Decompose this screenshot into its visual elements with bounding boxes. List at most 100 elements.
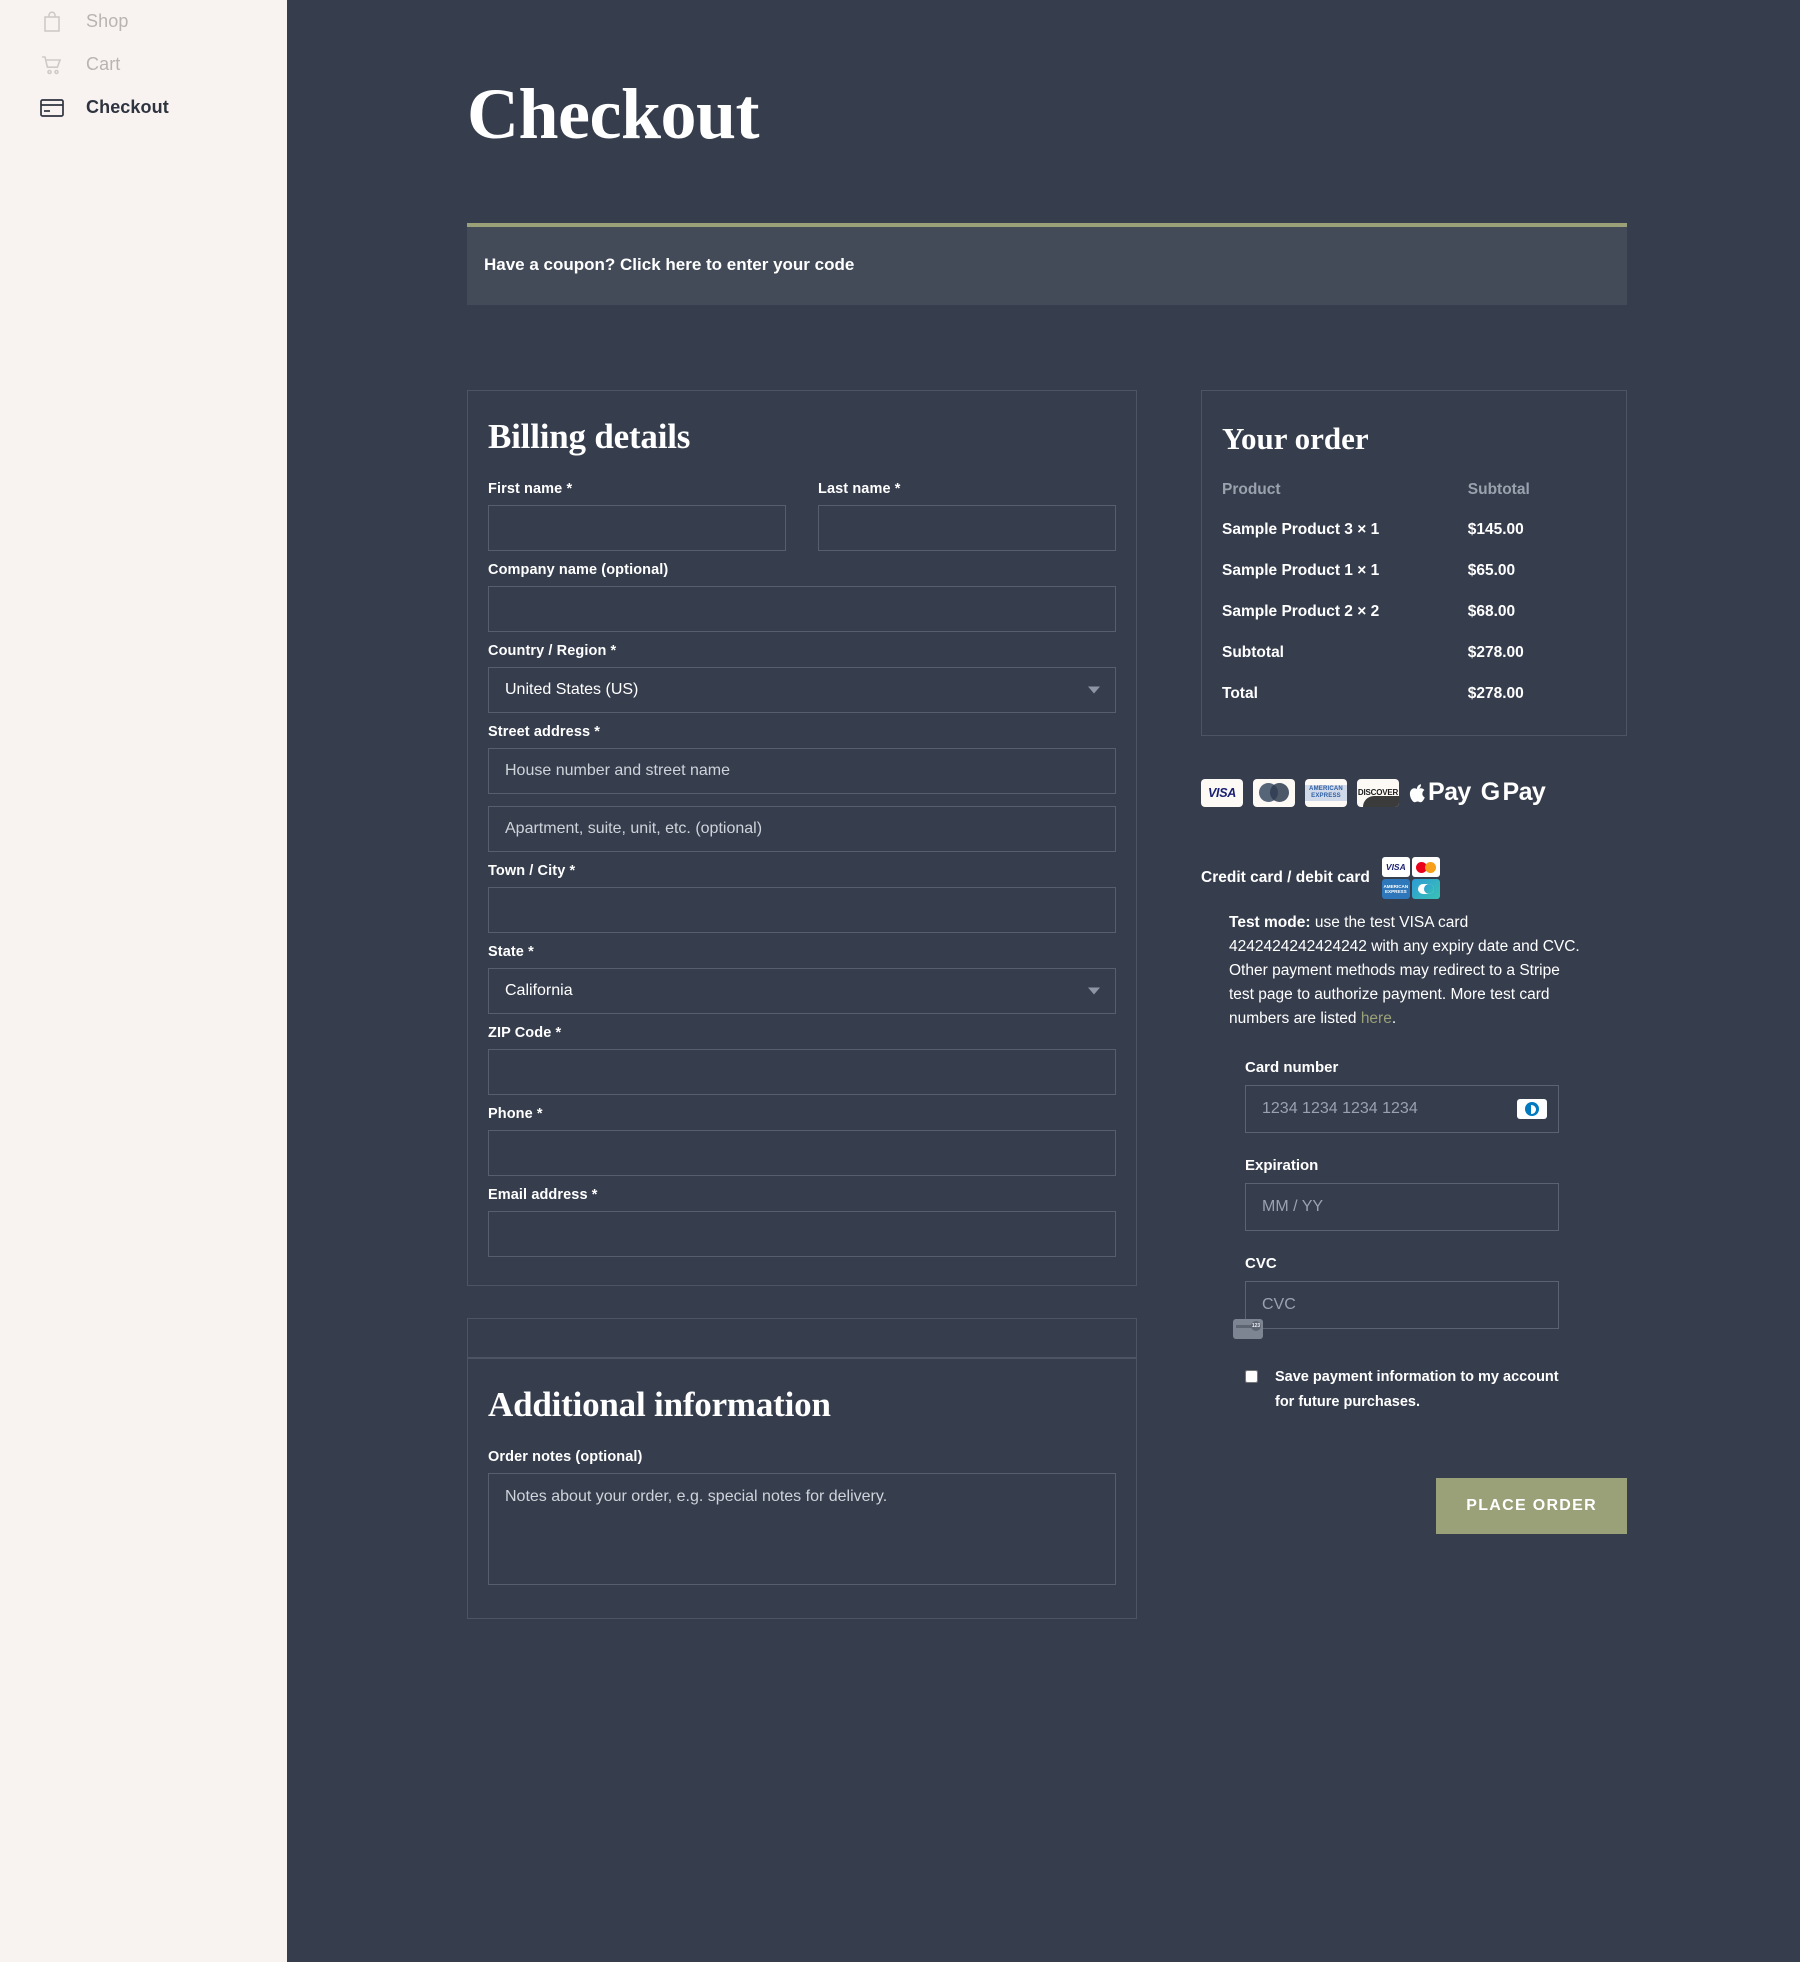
visa-logo-text: VISA	[1208, 785, 1236, 800]
coupon-toggle-link[interactable]: Have a coupon? Click here to enter your …	[484, 255, 1610, 275]
billing-details-panel: Billing details First name * Last name *…	[467, 390, 1137, 1286]
sidebar-item-cart[interactable]: Cart	[0, 43, 287, 86]
item-name-text: Sample Product 2	[1222, 603, 1353, 620]
city-field: Town / City *	[488, 863, 1116, 933]
email-input[interactable]	[488, 1211, 1116, 1257]
country-select-wrapper[interactable]	[488, 667, 1116, 713]
google-g-icon: G	[1480, 778, 1500, 806]
visa-icon: VISA	[1381, 857, 1410, 877]
test-cards-link[interactable]: here	[1361, 1010, 1392, 1027]
order-item-subtotal: $65.00	[1467, 562, 1516, 579]
company-input[interactable]	[488, 586, 1116, 632]
cvc-field: CVC	[1233, 1255, 1559, 1349]
state-select[interactable]	[488, 968, 1116, 1014]
sidebar-item-label: Shop	[86, 11, 129, 31]
table-row: Sample Product 3 × 1 $145.00	[1222, 521, 1606, 562]
order-item-subtotal: $145.00	[1467, 521, 1524, 538]
item-qty: × 1	[1357, 521, 1380, 538]
shopping-cart-icon	[40, 53, 64, 77]
expiration-field: Expiration	[1245, 1157, 1559, 1232]
last-name-field: Last name *	[818, 481, 1116, 551]
item-name-text: Sample Product 3	[1222, 521, 1353, 538]
main-content: Checkout Have a coupon? Click here to en…	[287, 0, 1800, 1962]
sidebar-item-checkout[interactable]: Checkout	[0, 86, 287, 129]
order-item-name: Sample Product 3 × 1	[1222, 521, 1468, 562]
order-item-subtotal: $68.00	[1467, 603, 1516, 620]
street-address-label: Street address *	[488, 724, 601, 740]
company-label: Company name (optional)	[488, 562, 669, 578]
city-label: Town / City *	[488, 863, 576, 879]
discover-logo-icon: DISCOVER	[1357, 778, 1399, 807]
payment-method-header[interactable]: Credit card / debit card VISA AMERICAN EX…	[1201, 857, 1627, 899]
sidebar-item-shop[interactable]: Shop	[0, 0, 287, 43]
place-order-row: PLACE ORDER	[1201, 1477, 1627, 1534]
sidebar-item-label: Cart	[86, 54, 121, 74]
company-field: Company name (optional)	[488, 562, 1116, 632]
cvc-label: CVC	[1245, 1255, 1277, 1273]
city-input[interactable]	[488, 887, 1116, 933]
phone-field: Phone *	[488, 1106, 1116, 1176]
table-row: Sample Product 2 × 2 $68.00	[1222, 603, 1606, 644]
item-qty: × 2	[1357, 603, 1380, 620]
payment-method-label: Credit card / debit card	[1201, 869, 1370, 886]
cvc-input-wrapper	[1233, 1281, 1559, 1349]
expiration-input[interactable]	[1245, 1183, 1559, 1232]
shopping-bag-icon	[40, 10, 64, 34]
page-title: Checkout	[467, 74, 760, 154]
your-order-panel: Your order Product Subtotal Sample Produ…	[1201, 390, 1627, 736]
subtotal-row: Subtotal $278.00	[1222, 644, 1606, 685]
apple-pay-text: Pay	[1428, 778, 1471, 806]
order-notes-textarea[interactable]	[488, 1473, 1116, 1585]
country-select[interactable]	[488, 667, 1116, 713]
first-name-field: First name *	[488, 481, 786, 551]
item-name-text: Sample Product 1	[1222, 562, 1353, 579]
card-fields: Card number Expiration	[1233, 1059, 1559, 1349]
subtotal-value: $278.00	[1467, 644, 1524, 661]
card-brand-indicator-icon	[1517, 1099, 1547, 1120]
accepted-payment-logos: VISA AMERICAN EXPRESS DISCOVER Pay G Pay	[1201, 778, 1627, 807]
expiration-label: Expiration	[1245, 1157, 1319, 1175]
item-qty: × 1	[1357, 562, 1380, 579]
save-payment-label[interactable]: Save payment information to my account f…	[1245, 1365, 1575, 1416]
coupon-banner[interactable]: Have a coupon? Click here to enter your …	[467, 223, 1627, 305]
apple-icon	[1409, 783, 1425, 802]
last-name-label: Last name *	[818, 481, 901, 497]
order-summary-table: Product Subtotal Sample Product 3 × 1 $1…	[1222, 481, 1606, 703]
street-address-line2-input[interactable]	[488, 806, 1116, 852]
test-mode-prefix: Test mode:	[1229, 914, 1311, 931]
place-order-button[interactable]: PLACE ORDER	[1436, 1477, 1627, 1534]
sidebar-item-label: Checkout	[86, 97, 169, 117]
cvc-hint-icon	[1233, 1319, 1263, 1340]
last-name-input[interactable]	[818, 505, 1116, 551]
expiration-input-wrapper	[1245, 1183, 1559, 1232]
phone-input[interactable]	[488, 1130, 1116, 1176]
card-number-label: Card number	[1245, 1059, 1339, 1077]
sidebar: Shop Cart Checkout	[0, 0, 287, 1962]
google-pay-text: Pay	[1502, 778, 1546, 806]
phone-label: Phone *	[488, 1106, 543, 1122]
cvc-input[interactable]	[1245, 1281, 1559, 1330]
test-mode-suffix: .	[1391, 1010, 1397, 1028]
header-product: Product	[1222, 481, 1281, 498]
amex-logo-text: AMERICAN EXPRESS	[1305, 784, 1347, 801]
zip-label: ZIP Code *	[488, 1025, 562, 1041]
zip-input[interactable]	[488, 1049, 1116, 1095]
name-row: First name * Last name *	[488, 481, 1116, 562]
discover-logo-text: DISCOVER	[1357, 788, 1399, 797]
save-payment-checkbox[interactable]	[1245, 1370, 1258, 1384]
table-header-row: Product Subtotal	[1222, 481, 1606, 521]
state-select-wrapper[interactable]	[488, 968, 1116, 1014]
card-number-field: Card number	[1245, 1059, 1559, 1134]
test-mode-notice: Test mode: use the test VISA card 424242…	[1229, 911, 1585, 1031]
street-address-line1-input[interactable]	[488, 748, 1116, 794]
card-number-input[interactable]	[1245, 1085, 1559, 1134]
total-label: Total	[1222, 685, 1258, 702]
order-notes-label: Order notes (optional)	[488, 1449, 643, 1465]
zip-field: ZIP Code *	[488, 1025, 1116, 1095]
order-notes-field: Order notes (optional)	[488, 1449, 1116, 1590]
first-name-input[interactable]	[488, 505, 786, 551]
ship-to-different-address-box[interactable]	[467, 1318, 1137, 1358]
mastercard-icon	[1411, 857, 1440, 877]
email-field: Email address *	[488, 1187, 1116, 1257]
credit-card-payment-block: Credit card / debit card VISA AMERICAN EX…	[1201, 857, 1627, 1534]
